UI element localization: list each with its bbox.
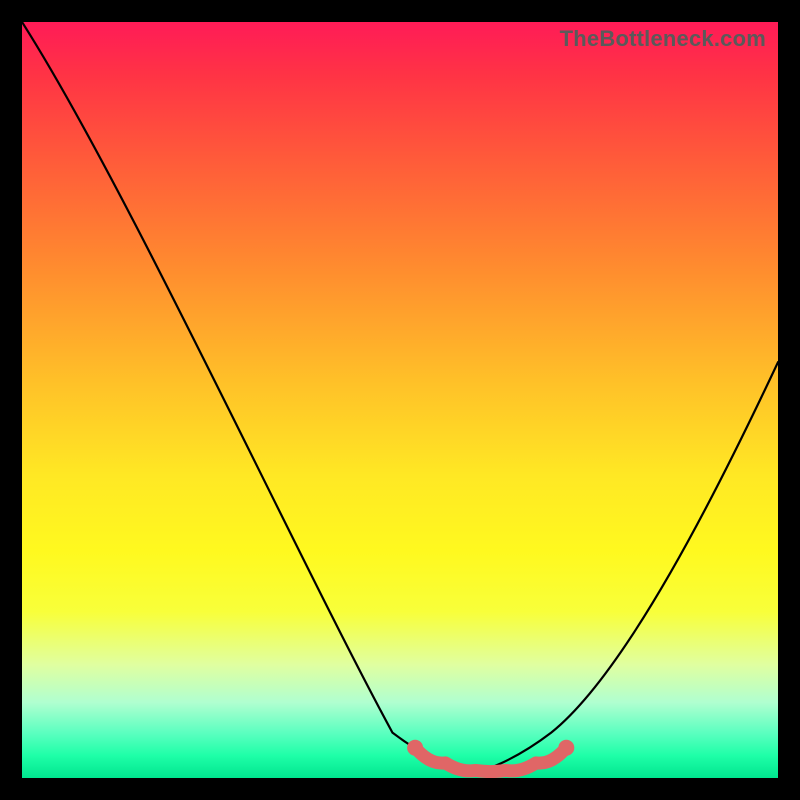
optimal-band-end-dot xyxy=(407,740,423,756)
plot-area: TheBottleneck.com xyxy=(22,22,778,778)
optimal-band-dots xyxy=(407,740,574,756)
watermark-text: TheBottleneck.com xyxy=(560,26,766,52)
optimal-band-end-dot xyxy=(558,740,574,756)
bottleneck-curve xyxy=(22,22,778,774)
curve-layer xyxy=(22,22,778,778)
optimal-band-marker xyxy=(415,748,566,772)
chart-stage: TheBottleneck.com xyxy=(0,0,800,800)
